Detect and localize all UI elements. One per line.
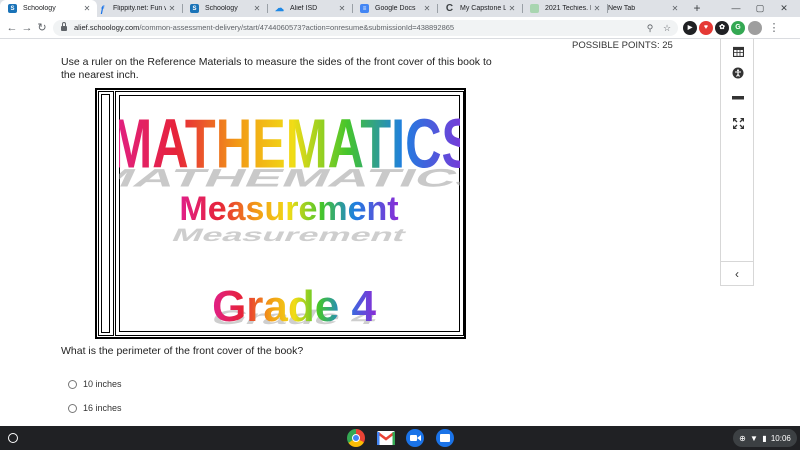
gmail-icon[interactable] [377, 431, 395, 445]
tab-google-docs[interactable]: ≡ Google Docs ✕ [352, 0, 437, 17]
cover-title: MATHEMATICS [119, 104, 460, 182]
close-icon[interactable]: ✕ [251, 4, 263, 13]
clock-time: 10:06 [770, 433, 791, 443]
possible-points: POSSIBLE POINTS: 25 [572, 40, 673, 51]
status-tray[interactable]: ⊕ ▼ ▮ 10:06 [733, 429, 797, 447]
calendar-icon[interactable] [721, 39, 755, 63]
tab-title: 2021 Techies. Ma [545, 5, 591, 12]
cover-art: MATHEMATICS MATHEMATICS Measurement Meas… [119, 104, 460, 331]
close-icon[interactable]: ✕ [166, 4, 178, 13]
assessment-page: POSSIBLE POINTS: 25 Use a ruler on the R… [0, 39, 800, 426]
forward-icon[interactable]: → [19, 20, 35, 36]
close-icon[interactable]: ✕ [506, 4, 518, 13]
close-window-icon[interactable]: ✕ [776, 0, 792, 17]
bookmark-star-icon[interactable]: ☆ [660, 20, 674, 36]
book-cover-image: MATHEMATICS MATHEMATICS Measurement Meas… [95, 88, 466, 339]
question-text: What is the perimeter of the front cover… [61, 345, 304, 357]
tab-title: My Capstone Libr [460, 5, 506, 12]
tab-new-tab[interactable]: New Tab ✕ [600, 0, 685, 17]
tab-schoology-active[interactable]: S Schoology ✕ [0, 0, 97, 17]
book-spine-inner [101, 94, 110, 333]
tab-schoology[interactable]: S Schoology ✕ [182, 0, 267, 17]
tab-title: Flippity.net: Fun w [113, 5, 166, 12]
flippity-icon: ƒ [99, 3, 105, 14]
extension-icon-2[interactable]: ♥ [699, 21, 713, 35]
extension-icon-3[interactable]: ✿ [715, 21, 729, 35]
tab-techies[interactable]: 2021 Techies. Ma ✕ [522, 0, 607, 17]
zoom-icon[interactable]: ⚲ [643, 20, 657, 36]
launcher-icon[interactable] [8, 433, 18, 443]
schoology-icon: S [8, 4, 17, 13]
question-prompt: Use a ruler on the Reference Materials t… [61, 56, 492, 81]
notification-icon: ⊕ [739, 433, 746, 443]
answer-choice[interactable]: 16 inches [68, 402, 122, 414]
profile-avatar[interactable] [748, 21, 762, 35]
techies-icon [530, 4, 539, 13]
url-host: alief.schoology.com [74, 23, 140, 32]
alief-icon: ☁ [275, 3, 284, 13]
schoology-icon: S [190, 4, 199, 13]
battery-icon: ▮ [762, 433, 767, 443]
maximize-icon[interactable]: ▢ [752, 0, 768, 17]
choice-label: 16 inches [83, 403, 122, 413]
tab-flippity[interactable]: ƒ Flippity.net: Fun w ✕ [90, 0, 182, 17]
lock-icon [61, 22, 67, 31]
wifi-icon: ▼ [750, 433, 758, 443]
answer-choice[interactable]: 10 inches [68, 378, 122, 390]
radio-button[interactable] [68, 379, 77, 389]
url-text[interactable]: alief.schoology.com/common-assessment-de… [74, 20, 454, 36]
close-icon[interactable]: ✕ [336, 4, 348, 13]
line-reader-icon[interactable] [721, 86, 755, 110]
extension-icon-4[interactable]: G [731, 21, 745, 35]
tab-title: Schoology [23, 5, 56, 12]
address-bar[interactable]: alief.schoology.com/common-assessment-de… [53, 20, 678, 36]
tab-strip: S Schoology ✕ ƒ Flippity.net: Fun w ✕ S … [0, 0, 800, 17]
reload-icon[interactable]: ↻ [34, 20, 50, 36]
extension-icon-1[interactable]: ▶ [683, 21, 697, 35]
capstone-icon: C [445, 3, 454, 14]
tab-title: Alief ISD [290, 5, 318, 12]
docs-icon: ≡ [360, 4, 369, 13]
chrome-icon[interactable] [347, 429, 365, 447]
cover-subtitle: Measurement [179, 190, 398, 228]
tab-title: New Tab [608, 5, 636, 12]
tab-alief-isd[interactable]: ☁ Alief ISD ✕ [267, 0, 352, 17]
new-tab-button[interactable]: + [690, 0, 704, 17]
close-icon[interactable]: ✕ [421, 4, 433, 13]
menu-kebab-icon[interactable]: ⋮ [766, 20, 782, 36]
tab-capstone[interactable]: C My Capstone Libr ✕ [437, 0, 522, 17]
cover-subtitle-shadow: Measurement [168, 226, 410, 246]
url-path: /common-assessment-delivery/start/474406… [139, 23, 455, 32]
back-icon[interactable]: ← [4, 20, 20, 36]
browser-toolbar: ← → ↻ alief.schoology.com/common-assessm… [0, 17, 800, 39]
choice-label: 10 inches [83, 379, 122, 389]
fullscreen-icon[interactable] [721, 111, 755, 135]
close-icon[interactable]: ✕ [669, 4, 681, 13]
accessibility-icon[interactable] [721, 61, 755, 85]
collapse-chevron-icon[interactable]: ‹ [720, 262, 754, 286]
os-shelf: ⊕ ▼ ▮ 10:06 [0, 426, 800, 450]
tab-title: Schoology [205, 5, 238, 12]
files-icon[interactable] [436, 429, 454, 447]
meet-icon[interactable] [406, 429, 424, 447]
tab-title: Google Docs [375, 5, 416, 12]
cover-grade: Grade 4 [212, 282, 376, 331]
radio-button[interactable] [68, 403, 77, 413]
minimize-icon[interactable]: — [728, 0, 744, 17]
tool-rail [720, 39, 754, 262]
